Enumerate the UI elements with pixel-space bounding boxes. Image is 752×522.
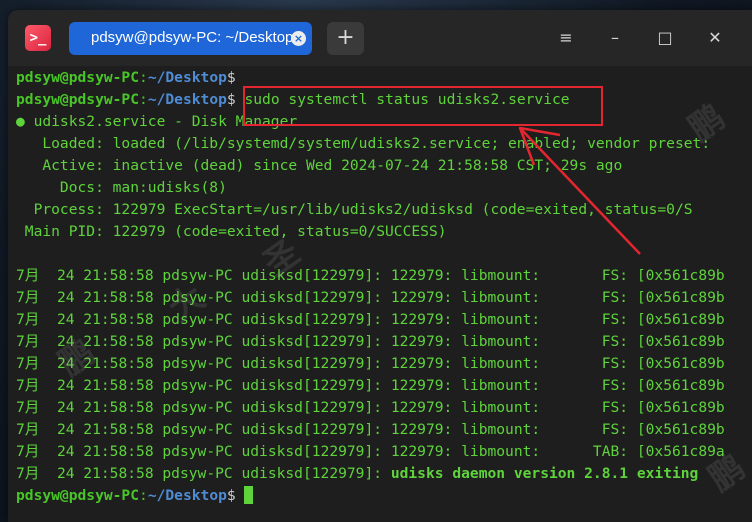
- annotation-arrow-icon: [518, 126, 641, 255]
- terminal-window: >_ pdsyw@pdsyw-PC: ~/Desktop × + ≡ – □ ✕…: [8, 10, 752, 522]
